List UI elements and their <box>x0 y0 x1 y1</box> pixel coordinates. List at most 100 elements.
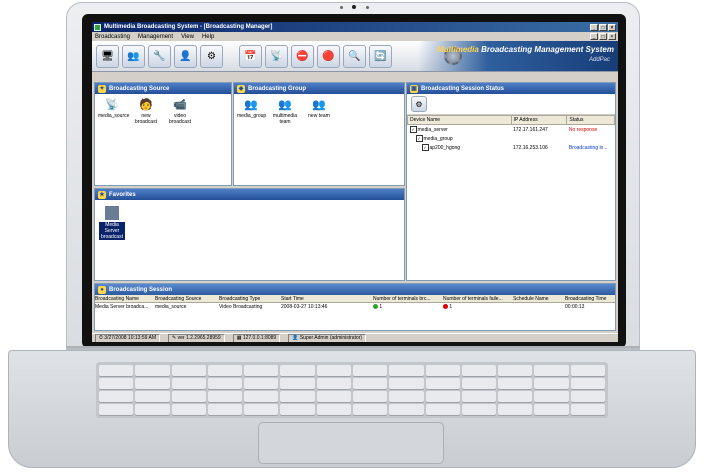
title-bar: Multimedia Broadcasting System - [Broadc… <box>92 22 618 32</box>
menu-bar: Broadcasting Management View Help _ □ × <box>92 32 618 41</box>
table-row[interactable]: ✓ ap200_hgong 172.16.253.106 Broadcasting… <box>408 143 615 152</box>
column-header[interactable]: Schedule Name <box>513 296 565 302</box>
status-address: ▦ 127.0.0.1:8089 <box>232 334 281 342</box>
menu-view[interactable]: View <box>181 34 194 40</box>
source-icon: ✦ <box>98 84 106 93</box>
server-icon: 🖥 <box>101 50 114 62</box>
session-table-header: Broadcasting Name Broadcasting Source Br… <box>95 295 615 303</box>
checkbox[interactable]: ✓ <box>415 135 423 142</box>
group-item[interactable]: 👥 media_group <box>237 98 266 125</box>
failure-icon <box>443 303 448 309</box>
child-close-button[interactable]: × <box>608 33 616 40</box>
checkbox[interactable]: ✓ <box>409 126 417 133</box>
broadcast-start-button[interactable]: 📡 <box>265 44 288 68</box>
broadcast-icon: 📡 <box>270 50 283 62</box>
camera-dot <box>366 6 369 9</box>
group-header-icon: ◆ <box>237 84 245 93</box>
menu-help[interactable]: Help <box>202 34 214 40</box>
child-minimize-button[interactable]: _ <box>590 33 598 40</box>
menu-broadcasting[interactable]: Broadcasting <box>95 34 130 40</box>
person-icon: 🧑 <box>139 99 153 111</box>
column-header[interactable]: Broadcasting Time <box>565 296 615 302</box>
column-header[interactable]: Broadcasting Name <box>95 296 155 302</box>
status-time: ⏱ 3/27/2008 10:13:59 AM <box>95 334 161 342</box>
menu-management[interactable]: Management <box>138 34 173 40</box>
settings-icon: ⚙ <box>207 50 216 62</box>
group-people-icon: 👥 <box>244 99 258 111</box>
status-text: Broadcasting in... <box>568 144 608 151</box>
group-item[interactable]: 👥 multimedia team <box>271 98 299 125</box>
calendar-icon: 📅 <box>244 50 257 62</box>
group-icon: 👥 <box>127 50 140 62</box>
keyboard <box>96 362 608 418</box>
banner-subtitle: AddPac <box>588 57 610 63</box>
column-header[interactable]: Broadcasting Source <box>155 296 219 302</box>
column-header[interactable]: Start Time <box>281 296 373 302</box>
network-icon: ▦ <box>236 335 242 341</box>
app-icon <box>94 23 101 31</box>
column-header[interactable]: Number of terminals brc... <box>373 296 443 302</box>
column-header[interactable]: IP Address <box>510 115 568 125</box>
minimize-button[interactable]: _ <box>590 23 598 31</box>
refresh-button[interactable]: 🔄 <box>369 44 392 68</box>
status-table: Device Name IP Address Status ✓ media_ser… <box>407 115 615 152</box>
stop-icon: ⛔ <box>296 50 309 62</box>
group-people-icon: 👥 <box>278 99 292 111</box>
table-row[interactable]: Media Server broadca... media_source Vid… <box>95 303 615 310</box>
schedule-button[interactable]: 📅 <box>239 44 262 68</box>
terminal-icon: 🔧 <box>153 50 166 62</box>
monitor-icon: 🔍 <box>348 50 361 62</box>
group-manage-button[interactable]: 👥 <box>122 44 145 68</box>
favorites-panel: ★ Favorites Media Server broadcast <box>94 188 405 281</box>
session-status-panel: ▣ Broadcasting Session Status ⚙ Device N… <box>406 82 616 281</box>
broadcasting-source-panel: ✦ Broadcasting Source 📡 media_source 🧑 new… <box>94 82 232 186</box>
close-button[interactable]: × <box>608 23 616 31</box>
trackpad <box>258 422 444 464</box>
source-manage-button[interactable]: 🖥 <box>96 44 119 68</box>
table-row[interactable]: ✓ media_server 172.17.161.247 No response <box>408 125 615 135</box>
star-icon: ★ <box>98 190 106 199</box>
favorite-item[interactable]: Media Server broadcast <box>99 205 125 240</box>
network-icon: ⚙ <box>415 99 423 109</box>
column-header[interactable]: Device Name <box>407 115 512 125</box>
panel-title: Broadcasting Source <box>109 85 170 92</box>
child-restore-button[interactable]: □ <box>599 33 607 40</box>
group-item[interactable]: 👥 new team <box>305 98 333 125</box>
column-header[interactable]: Broadcasting Type <box>219 296 281 302</box>
panel-title: Broadcasting Group <box>248 85 307 92</box>
camera-dot <box>340 6 343 9</box>
broadcast-stop-button[interactable]: ⛔ <box>291 44 314 68</box>
user-icon: 👤 <box>292 335 299 341</box>
panel-header: ◆ Broadcasting Group <box>234 83 404 94</box>
monitor-button[interactable]: 🔍 <box>343 44 366 68</box>
pencil-icon: ✎ <box>172 335 177 341</box>
broadcasting-group-panel: ◆ Broadcasting Group 👥 media_group 👥 multi… <box>233 82 405 186</box>
column-header[interactable]: Status <box>566 115 615 125</box>
checkbox[interactable]: ✓ <box>421 144 429 151</box>
column-header[interactable]: Number of terminals faile... <box>443 296 513 302</box>
maximize-button[interactable]: □ <box>599 23 607 31</box>
window-title: Multimedia Broadcasting System - [Broadc… <box>104 24 273 30</box>
settings-button[interactable]: ⚙ <box>200 44 223 68</box>
user-manage-button[interactable]: 👤 <box>174 44 197 68</box>
source-item[interactable]: 📡 media_source <box>98 98 129 125</box>
source-item[interactable]: 🧑 new broadcast <box>132 98 160 125</box>
record-button[interactable]: 🔴 <box>317 44 340 68</box>
panel-title: Broadcasting Session <box>109 286 173 293</box>
status-refresh-button[interactable]: ⚙ <box>411 96 427 112</box>
camera-icon <box>352 5 356 9</box>
brand-banner: Multimedia Broadcasting Management Syste… <box>418 41 618 71</box>
terminal-manage-button[interactable]: 🔧 <box>148 44 171 68</box>
satellite-icon: 📡 <box>105 99 119 111</box>
status-text: No response <box>568 126 598 133</box>
source-item[interactable]: 📹 video broadcast <box>166 98 194 125</box>
success-icon <box>373 303 378 309</box>
app-window: Multimedia Broadcasting System - [Broadc… <box>92 22 618 342</box>
status-user: 👤 Super Admin (administrator) <box>288 334 367 342</box>
status-version: ✎ ver 1.2.2965.28959 <box>168 334 225 342</box>
status-icon: ▣ <box>410 84 418 93</box>
table-row[interactable]: ✓ media_group <box>408 134 615 143</box>
main-toolbar: 🖥 👥 🔧 👤 ⚙ 📅 📡 ⛔ 🔴 🔍 🔄 Multimedia Broadca… <box>92 41 618 72</box>
session-icon: ● <box>98 285 106 294</box>
user-icon: 👤 <box>179 50 192 62</box>
